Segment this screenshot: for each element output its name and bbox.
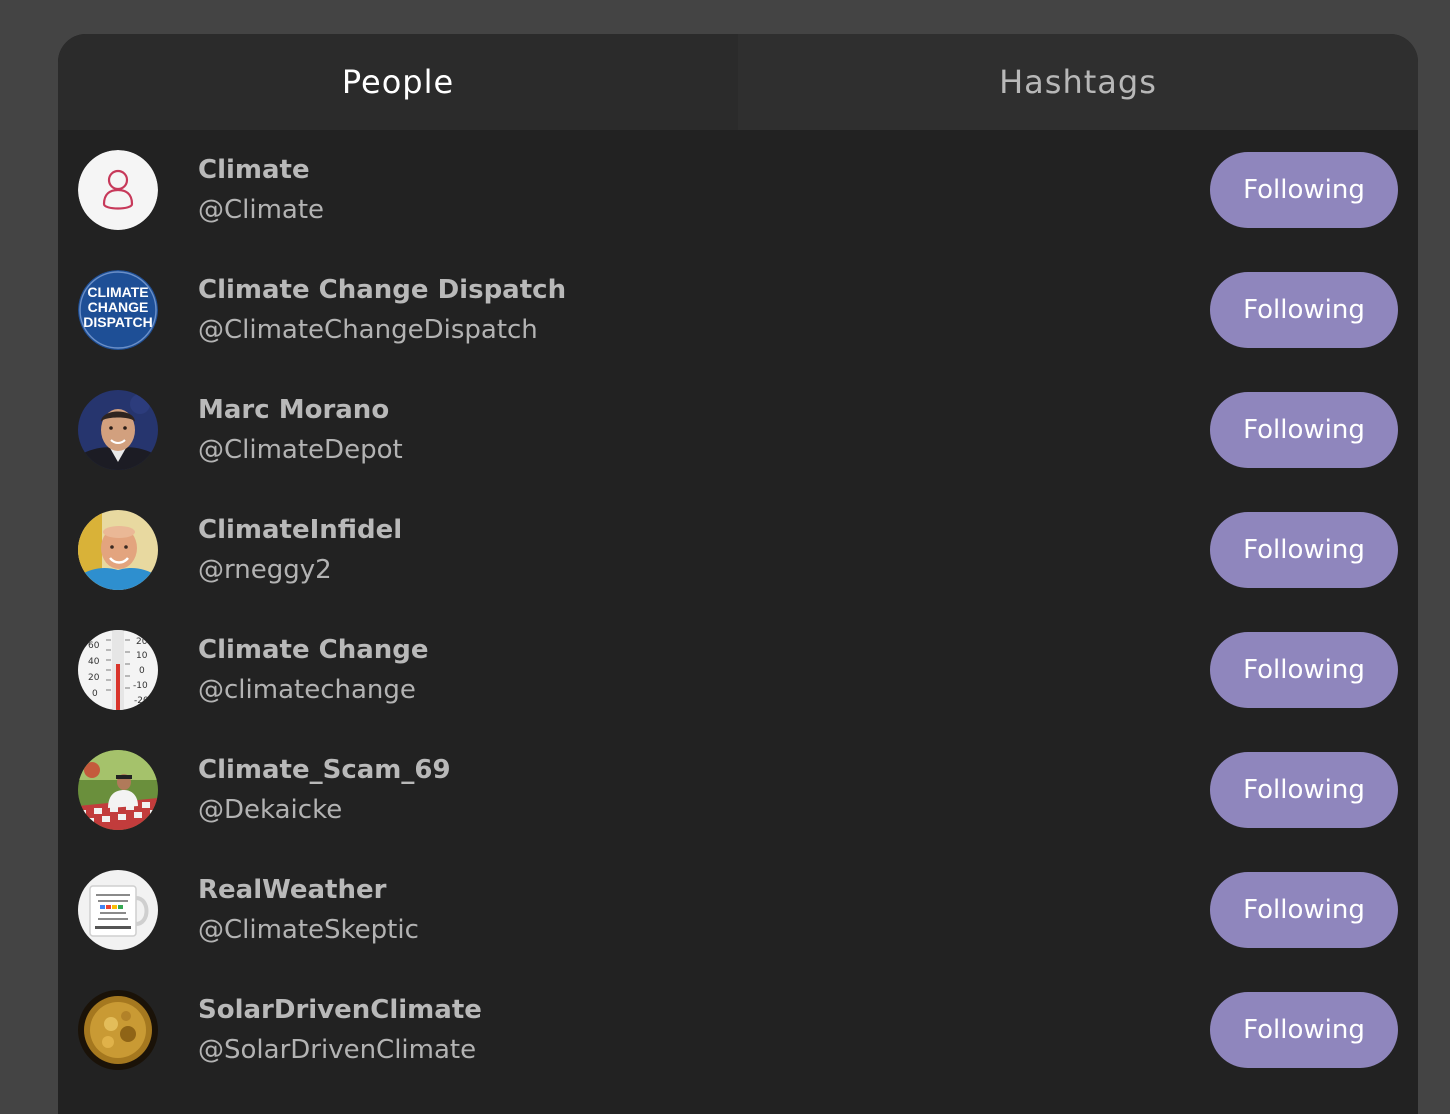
svg-text:-20: -20 bbox=[134, 696, 149, 706]
list-item[interactable]: 60 40 20 0 20 10 0 -10 -20 Climate Chang… bbox=[58, 610, 1418, 730]
list-item[interactable]: ClimateInfidel @rneggy2 Following bbox=[58, 490, 1418, 610]
display-name: Climate bbox=[198, 155, 310, 185]
tab-bar: People Hashtags bbox=[58, 34, 1418, 130]
display-name: Climate Change Dispatch bbox=[198, 275, 567, 305]
user-handle: @ClimateDepot bbox=[198, 435, 403, 465]
avatar[interactable] bbox=[78, 750, 158, 830]
thermometer-icon: 60 40 20 0 20 10 0 -10 -20 bbox=[78, 630, 158, 710]
avatar[interactable]: CLIMATE CHANGE DISPATCH bbox=[78, 270, 158, 350]
svg-text:60: 60 bbox=[88, 641, 100, 651]
following-button[interactable]: Following bbox=[1210, 392, 1398, 468]
svg-text:CHANGE: CHANGE bbox=[88, 299, 149, 315]
following-button[interactable]: Following bbox=[1210, 152, 1398, 228]
user-handle: @ClimateSkeptic bbox=[198, 915, 419, 945]
avatar[interactable] bbox=[78, 150, 158, 230]
svg-text:0: 0 bbox=[139, 666, 145, 676]
display-name: Climate_Scam_69 bbox=[198, 755, 451, 785]
tab-hashtags[interactable]: Hashtags bbox=[738, 34, 1418, 130]
user-handle: @Climate bbox=[198, 195, 325, 225]
svg-text:20: 20 bbox=[136, 637, 148, 647]
following-panel: People Hashtags Climate @Climate Followi… bbox=[58, 34, 1418, 1114]
following-button[interactable]: Following bbox=[1210, 272, 1398, 348]
list-item[interactable]: Marc Morano @ClimateDepot Following bbox=[58, 370, 1418, 490]
following-button[interactable]: Following bbox=[1210, 632, 1398, 708]
profile-photo bbox=[78, 750, 158, 830]
profile-photo bbox=[78, 390, 158, 470]
people-list: Climate @Climate Following CLIMATE CHANG… bbox=[58, 130, 1418, 1090]
user-handle: @SolarDrivenClimate bbox=[198, 1035, 477, 1065]
display-name: Climate Change bbox=[198, 635, 429, 665]
display-name: RealWeather bbox=[198, 875, 387, 905]
user-handle: @ClimateChangeDispatch bbox=[198, 315, 538, 345]
avatar[interactable] bbox=[78, 390, 158, 470]
mug-icon bbox=[78, 870, 158, 950]
avatar[interactable]: 60 40 20 0 20 10 0 -10 -20 bbox=[78, 630, 158, 710]
list-item[interactable]: Climate @Climate Following bbox=[58, 130, 1418, 250]
profile-photo bbox=[78, 510, 158, 590]
display-name: Marc Morano bbox=[198, 395, 390, 425]
list-item[interactable]: SolarDrivenClimate @SolarDrivenClimate F… bbox=[58, 970, 1418, 1090]
user-handle: @rneggy2 bbox=[198, 555, 332, 585]
following-button[interactable]: Following bbox=[1210, 992, 1398, 1068]
svg-text:CLIMATE: CLIMATE bbox=[87, 284, 148, 300]
list-item[interactable]: CLIMATE CHANGE DISPATCH Climate Change D… bbox=[58, 250, 1418, 370]
avatar[interactable] bbox=[78, 990, 158, 1070]
avatar[interactable] bbox=[78, 870, 158, 950]
user-handle: @climatechange bbox=[198, 675, 416, 705]
following-button[interactable]: Following bbox=[1210, 752, 1398, 828]
following-button[interactable]: Following bbox=[1210, 512, 1398, 588]
svg-text:10: 10 bbox=[136, 651, 148, 661]
list-item[interactable]: RealWeather @ClimateSkeptic Following bbox=[58, 850, 1418, 970]
avatar[interactable] bbox=[78, 510, 158, 590]
default-user-icon bbox=[78, 150, 158, 230]
user-handle: @Dekaicke bbox=[198, 795, 343, 825]
climate-change-dispatch-logo: CLIMATE CHANGE DISPATCH bbox=[78, 270, 158, 350]
display-name: SolarDrivenClimate bbox=[198, 995, 482, 1025]
svg-text:40: 40 bbox=[88, 657, 100, 667]
svg-text:0: 0 bbox=[92, 689, 98, 699]
list-item[interactable]: Climate_Scam_69 @Dekaicke Following bbox=[58, 730, 1418, 850]
svg-text:-10: -10 bbox=[133, 681, 148, 691]
svg-text:DISPATCH: DISPATCH bbox=[83, 314, 152, 330]
svg-text:20: 20 bbox=[88, 673, 100, 683]
sun-icon bbox=[78, 990, 158, 1070]
following-button[interactable]: Following bbox=[1210, 872, 1398, 948]
display-name: ClimateInfidel bbox=[198, 515, 403, 545]
tab-people[interactable]: People bbox=[58, 34, 738, 130]
